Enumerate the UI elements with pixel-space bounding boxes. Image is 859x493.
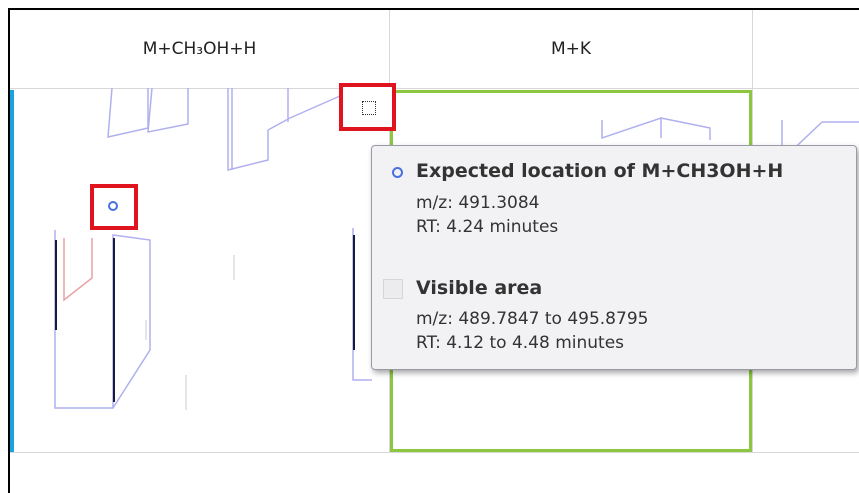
location-tooltip: Expected location of M+CH3OH+H m/z: 491.… [371,145,857,370]
ion-grid: M+CH₃OH+H M+K Expected location of M+CH3… [8,8,859,493]
visible-rt: RT: 4.12 to 4.48 minutes [416,333,625,353]
expected-location-title: Expected location of M+CH3OH+H [416,160,784,182]
expected-location-marker[interactable] [90,184,138,230]
expected-mz: m/z: 491.3084 [416,193,540,213]
visible-area-title: Visible area [416,277,543,299]
expected-location-icon [392,167,403,178]
visible-area-icon [383,279,403,299]
plot-left-edge [10,90,14,452]
expected-location-icon [108,201,118,211]
expected-rt: RT: 4.24 minutes [416,217,559,237]
visible-mz: m/z: 489.7847 to 495.8795 [416,309,649,329]
visible-area-marker[interactable] [339,83,396,131]
visible-area-icon [362,101,376,115]
